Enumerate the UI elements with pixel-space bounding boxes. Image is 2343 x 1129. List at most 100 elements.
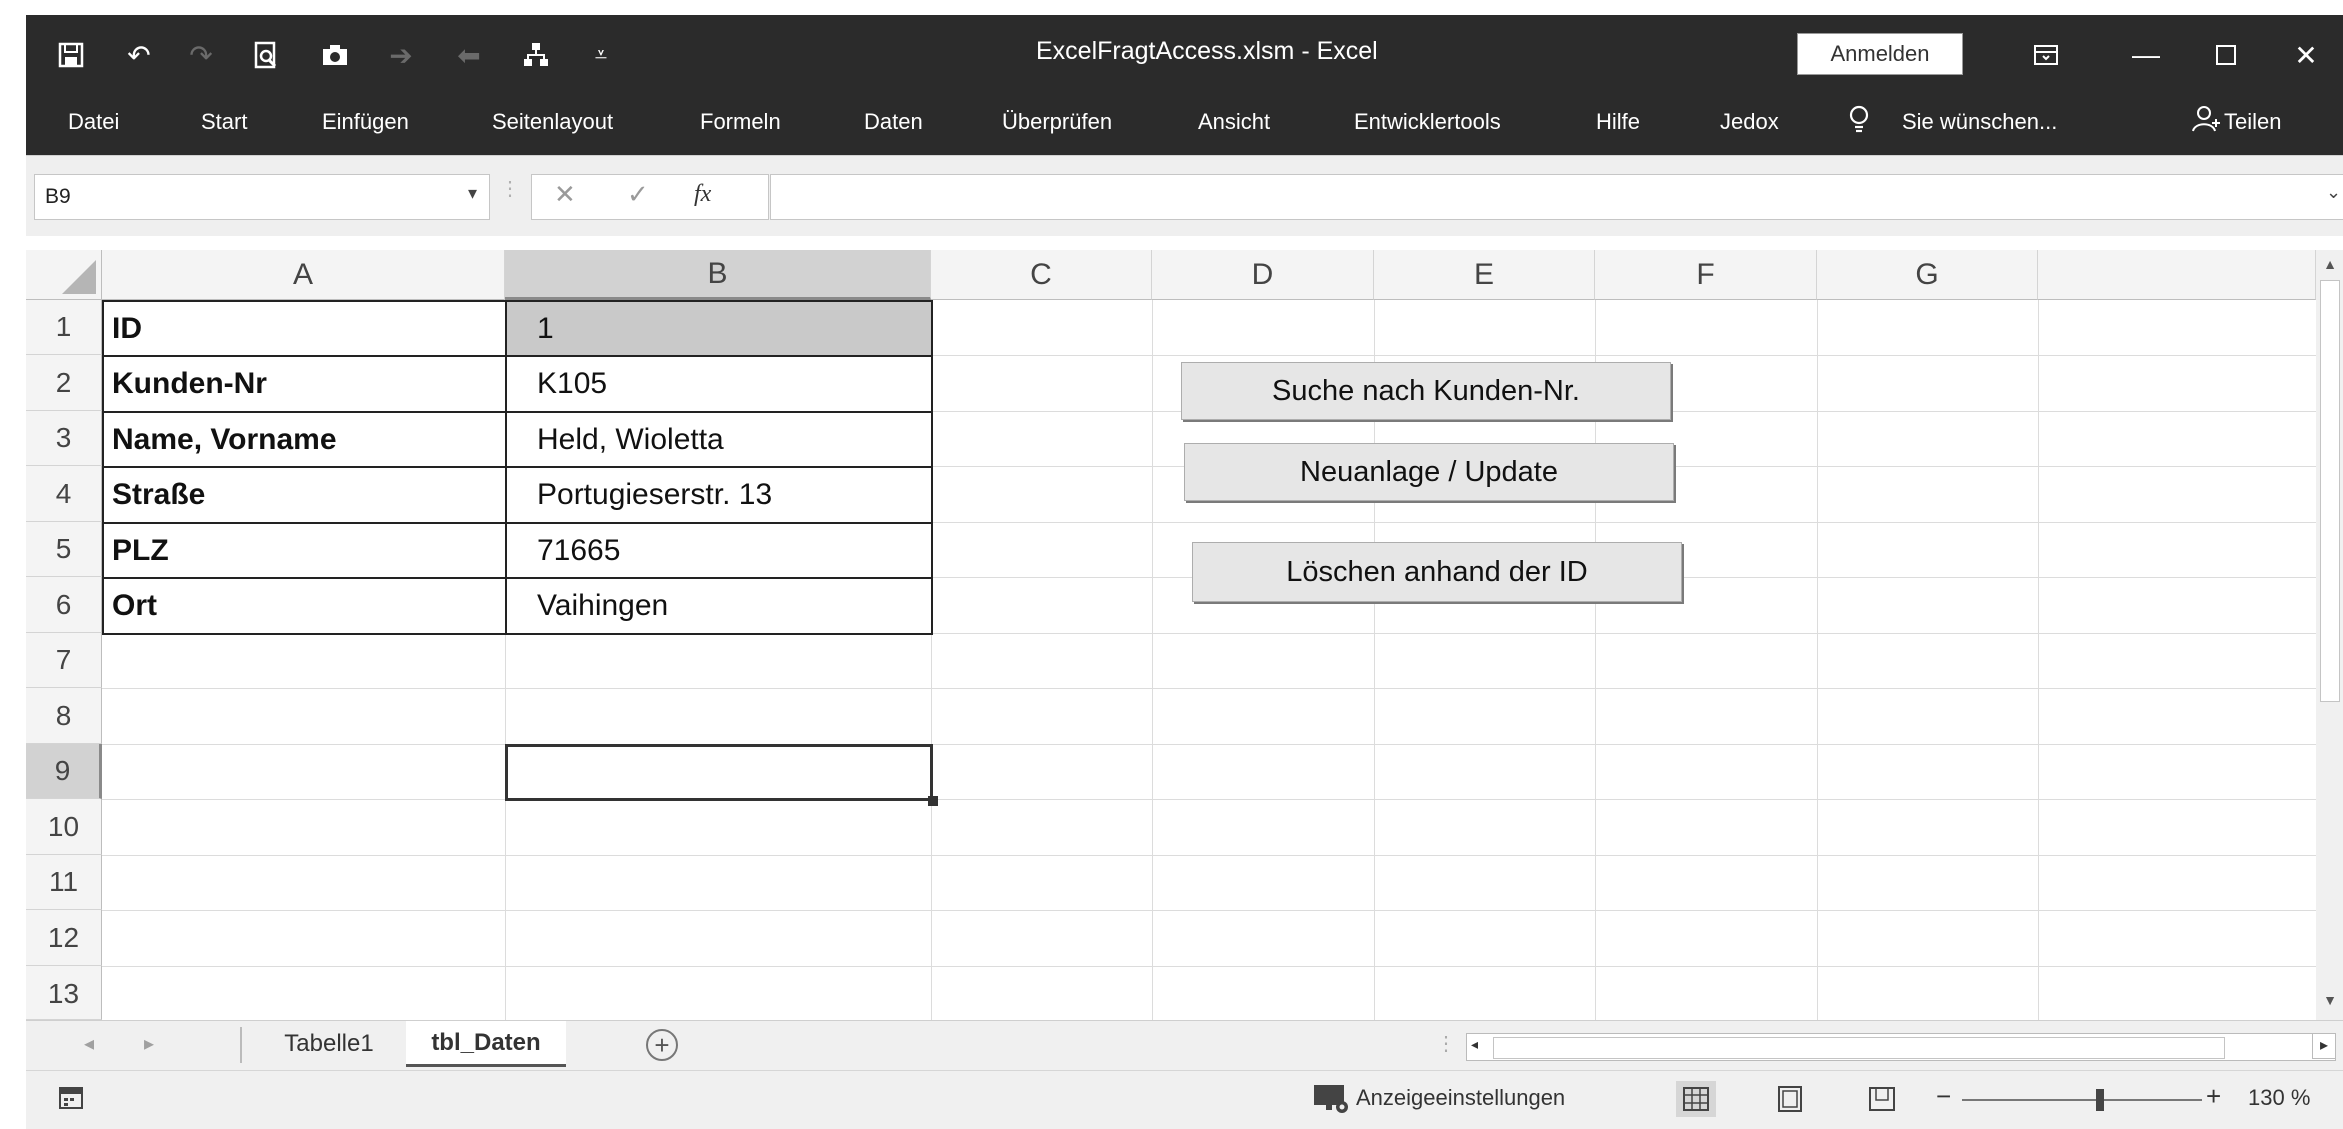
- zoom-in-icon[interactable]: +: [2206, 1081, 2221, 1112]
- cell-b2[interactable]: K105: [505, 355, 933, 413]
- row-header-10[interactable]: 10: [26, 799, 102, 855]
- cell-a6[interactable]: Ort: [102, 577, 507, 635]
- vertical-scroll-thumb[interactable]: [2320, 280, 2340, 702]
- tab-ansicht[interactable]: Ansicht: [1198, 109, 1270, 135]
- zoom-slider-track[interactable]: [1962, 1099, 2202, 1101]
- cell-a4[interactable]: Straße: [102, 466, 507, 524]
- column-header-e[interactable]: E: [1374, 250, 1595, 300]
- lightbulb-icon[interactable]: [1848, 105, 1870, 139]
- formula-bar-resize-handle[interactable]: ⋮: [500, 176, 520, 201]
- undo-icon[interactable]: ↶: [114, 35, 164, 75]
- vertical-scrollbar[interactable]: ▲ ▼: [2316, 250, 2343, 1020]
- row-header-4[interactable]: 4: [26, 466, 102, 522]
- sitemap-icon[interactable]: [511, 35, 561, 75]
- cancel-icon[interactable]: ✕: [554, 179, 576, 210]
- cell-b3[interactable]: Held, Wioletta: [505, 411, 933, 468]
- scroll-up-icon[interactable]: ▲: [2320, 256, 2340, 276]
- cell-b1[interactable]: 1: [505, 300, 933, 357]
- tab-einfuegen[interactable]: Einfügen: [322, 109, 409, 135]
- search-customer-button[interactable]: Suche nach Kunden-Nr.: [1181, 362, 1671, 420]
- column-header-c[interactable]: C: [931, 250, 1152, 300]
- row-header-13[interactable]: 13: [26, 966, 102, 1020]
- next-sheet-icon[interactable]: ▸: [144, 1031, 154, 1056]
- zoom-slider-thumb[interactable]: [2096, 1089, 2104, 1111]
- scroll-right-icon[interactable]: ▸: [2312, 1033, 2336, 1059]
- previous-sheet-icon[interactable]: ◂: [84, 1031, 94, 1056]
- row-header-9[interactable]: 9: [26, 744, 102, 799]
- row-header-11[interactable]: 11: [26, 855, 102, 910]
- tab-start[interactable]: Start: [201, 109, 247, 135]
- add-sheet-icon[interactable]: +: [646, 1029, 678, 1061]
- forward-arrow-icon[interactable]: ➔: [376, 35, 426, 75]
- tab-datei[interactable]: Datei: [68, 109, 119, 135]
- formula-input[interactable]: [770, 174, 2343, 220]
- name-box[interactable]: B9 ▾: [34, 174, 490, 220]
- fill-handle[interactable]: [928, 796, 938, 806]
- row-header-5[interactable]: 5: [26, 522, 102, 577]
- camera-icon[interactable]: [310, 35, 360, 75]
- display-settings-label[interactable]: Anzeigeeinstellungen: [1356, 1085, 1565, 1111]
- column-header-h[interactable]: [2038, 250, 2316, 300]
- column-header-a[interactable]: A: [102, 250, 505, 300]
- create-update-button[interactable]: Neuanlage / Update: [1184, 443, 1674, 501]
- customize-qat-icon[interactable]: ⩡: [576, 35, 626, 75]
- tab-seitenlayout[interactable]: Seitenlayout: [492, 109, 613, 135]
- select-all-corner[interactable]: [26, 250, 102, 300]
- horizontal-scroll-thumb[interactable]: [1493, 1037, 2225, 1059]
- row-header-7[interactable]: 7: [26, 633, 102, 688]
- chevron-down-icon[interactable]: ▾: [468, 183, 477, 204]
- tab-ueberpruefen[interactable]: Überprüfen: [1002, 109, 1112, 135]
- sheet-tab-tabelle1[interactable]: Tabelle1: [254, 1021, 404, 1067]
- tab-formeln[interactable]: Formeln: [700, 109, 781, 135]
- sign-in-button[interactable]: Anmelden: [1797, 33, 1963, 75]
- print-preview-icon[interactable]: [241, 35, 291, 75]
- close-icon[interactable]: ✕: [2276, 33, 2336, 77]
- tab-split-handle[interactable]: ⋮: [1436, 1031, 1456, 1056]
- cell-a2[interactable]: Kunden-Nr: [102, 355, 507, 413]
- minimize-icon[interactable]: —: [2116, 33, 2176, 77]
- share-label[interactable]: Teilen: [2224, 109, 2281, 135]
- page-layout-view-icon[interactable]: [1770, 1081, 1810, 1117]
- enter-check-icon[interactable]: ✓: [627, 179, 649, 210]
- cell-a5[interactable]: PLZ: [102, 522, 507, 579]
- normal-view-icon[interactable]: [1676, 1081, 1716, 1117]
- zoom-out-icon[interactable]: −: [1936, 1081, 1951, 1112]
- horizontal-scrollbar[interactable]: ◂: [1466, 1033, 2336, 1061]
- back-arrow-icon[interactable]: ⬅: [444, 35, 494, 75]
- column-header-d[interactable]: D: [1152, 250, 1374, 300]
- tell-me-search[interactable]: Sie wünschen...: [1902, 109, 2057, 135]
- maximize-icon[interactable]: [2196, 33, 2256, 77]
- tab-daten[interactable]: Daten: [864, 109, 923, 135]
- row-header-8[interactable]: 8: [26, 688, 102, 744]
- cell-b4[interactable]: Portugieserstr. 13: [505, 466, 933, 524]
- tab-jedox[interactable]: Jedox: [1720, 109, 1779, 135]
- share-person-icon[interactable]: [2192, 105, 2222, 139]
- scroll-down-icon[interactable]: ▼: [2320, 992, 2340, 1012]
- ribbon-display-options-icon[interactable]: [2016, 33, 2076, 77]
- insert-function-icon[interactable]: fx: [694, 181, 711, 208]
- cell-b6[interactable]: Vaihingen: [505, 577, 933, 635]
- page-break-preview-icon[interactable]: [1862, 1081, 1902, 1117]
- column-header-f[interactable]: F: [1595, 250, 1817, 300]
- display-settings-icon[interactable]: [1312, 1083, 1352, 1120]
- cell-b5[interactable]: 71665: [505, 522, 933, 579]
- column-header-g[interactable]: G: [1817, 250, 2038, 300]
- row-header-6[interactable]: 6: [26, 577, 102, 633]
- zoom-level[interactable]: 130 %: [2248, 1085, 2310, 1111]
- macro-record-icon[interactable]: [58, 1085, 84, 1116]
- sheet-tab-tbl-daten[interactable]: tbl_Daten: [406, 1021, 566, 1067]
- row-header-3[interactable]: 3: [26, 411, 102, 466]
- cell-a1[interactable]: ID: [102, 300, 507, 357]
- tab-hilfe[interactable]: Hilfe: [1596, 109, 1640, 135]
- save-icon[interactable]: [46, 35, 96, 75]
- row-header-1[interactable]: 1: [26, 300, 102, 355]
- delete-by-id-button[interactable]: Löschen anhand der ID: [1192, 542, 1682, 602]
- scroll-left-icon[interactable]: ◂: [1471, 1036, 1478, 1053]
- expand-formula-bar-icon[interactable]: ⌄: [2326, 182, 2341, 203]
- tab-entwicklertools[interactable]: Entwicklertools: [1354, 109, 1501, 135]
- column-header-b[interactable]: B: [505, 250, 931, 300]
- row-header-2[interactable]: 2: [26, 355, 102, 411]
- redo-icon[interactable]: ↷: [176, 35, 226, 75]
- row-header-12[interactable]: 12: [26, 910, 102, 966]
- active-cell-b9[interactable]: [505, 744, 933, 801]
